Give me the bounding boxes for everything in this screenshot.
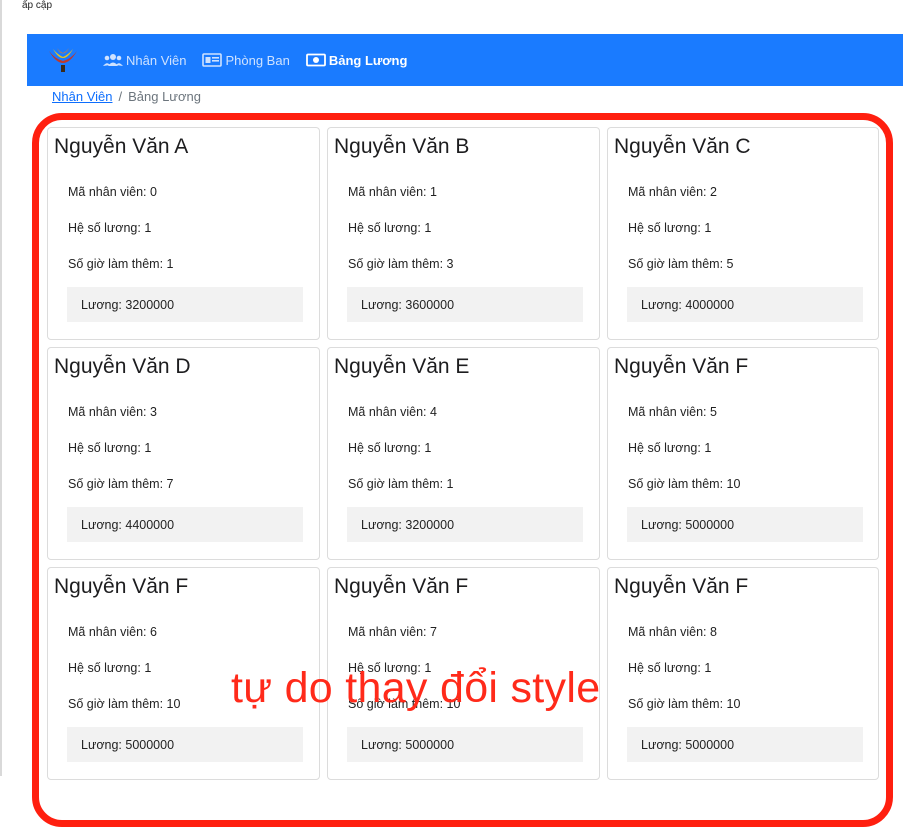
employee-id: Mã nhân viên: 7 (348, 625, 437, 639)
salary-footer: Lương: 5000000 (347, 727, 583, 762)
id-card-icon (202, 53, 223, 67)
salary-footer: Lương: 3600000 (347, 287, 583, 322)
employee-id: Mã nhân viên: 6 (68, 625, 157, 639)
logo-icon[interactable] (47, 45, 79, 75)
overtime-hours: Số giờ làm thêm: 3 (348, 257, 454, 271)
salary-coefficient: Hệ số lương: 1 (628, 441, 712, 455)
overtime-hours: Số giờ làm thêm: 7 (68, 477, 174, 491)
salary-footer: Lương: 4000000 (627, 287, 863, 322)
employee-card: Nguyễn Văn F Mã nhân viên: 8 Hệ số lương… (607, 567, 879, 780)
salary-coefficient: Hệ số lương: 1 (68, 221, 152, 235)
breadcrumb: Nhân Viên / Bảng Lương (52, 89, 201, 104)
nav-label-salary: Bảng Lương (328, 52, 408, 68)
employee-id: Mã nhân viên: 5 (628, 405, 717, 419)
salary-footer: Lương: 3200000 (67, 287, 303, 322)
breadcrumb-separator: / (118, 89, 123, 104)
employee-id: Mã nhân viên: 0 (68, 185, 157, 199)
salary-coefficient: Hệ số lương: 1 (348, 221, 432, 235)
breadcrumb-current: Bảng Lương (128, 89, 201, 104)
breadcrumb-link-employees[interactable]: Nhân Viên (52, 89, 112, 104)
employee-name: Nguyễn Văn E (334, 355, 470, 378)
nav-label-departments: Phòng Ban (225, 52, 290, 68)
employee-card: Nguyễn Văn B Mã nhân viên: 1 Hệ số lương… (327, 127, 600, 340)
salary-coefficient: Hệ số lương: 1 (628, 221, 712, 235)
annotation-text: tự do thay đổi style (231, 664, 601, 712)
employee-name: Nguyễn Văn D (54, 355, 191, 378)
salary-coefficient: Hệ số lương: 1 (68, 661, 152, 675)
salary-coefficient: Hệ số lương: 1 (348, 441, 432, 455)
top-cutoff-text: ấp cập (22, 0, 53, 11)
employee-name: Nguyễn Văn A (54, 135, 189, 158)
employee-name: Nguyễn Văn F (54, 575, 189, 598)
salary-coefficient: Hệ số lương: 1 (68, 441, 152, 455)
employee-id: Mã nhân viên: 2 (628, 185, 717, 199)
money-icon (305, 53, 326, 67)
employee-name: Nguyễn Văn F (334, 575, 469, 598)
salary-footer: Lương: 5000000 (627, 507, 863, 542)
overtime-hours: Số giờ làm thêm: 10 (628, 697, 741, 711)
overtime-hours: Số giờ làm thêm: 1 (348, 477, 454, 491)
salary-footer: Lương: 3200000 (347, 507, 583, 542)
nav-label-employees: Nhân Viên (126, 52, 187, 68)
salary-footer: Lương: 4400000 (67, 507, 303, 542)
employee-name: Nguyễn Văn C (614, 135, 751, 158)
salary-footer: Lương: 5000000 (627, 727, 863, 762)
overtime-hours: Số giờ làm thêm: 1 (68, 257, 174, 271)
top-navbar: Nhân Viên Phòng Ban Bảng Lương (27, 34, 903, 86)
overtime-hours: Số giờ làm thêm: 10 (628, 477, 741, 491)
nav-item-departments[interactable]: Phòng Ban (202, 52, 290, 68)
employee-card: Nguyễn Văn C Mã nhân viên: 2 Hệ số lương… (607, 127, 879, 340)
employee-name: Nguyễn Văn B (334, 135, 470, 158)
nav-item-employees[interactable]: Nhân Viên (103, 53, 186, 68)
salary-coefficient: Hệ số lương: 1 (628, 661, 712, 675)
employee-id: Mã nhân viên: 4 (348, 405, 437, 419)
employee-name: Nguyễn Văn F (614, 575, 749, 598)
window-edge (0, 0, 2, 776)
employee-card: Nguyễn Văn A Mã nhân viên: 0 Hệ số lương… (47, 127, 320, 340)
employee-id: Mã nhân viên: 8 (628, 625, 717, 639)
nav-item-salary[interactable]: Bảng Lương (305, 52, 408, 68)
employee-id: Mã nhân viên: 1 (348, 185, 437, 199)
employee-card: Nguyễn Văn F Mã nhân viên: 5 Hệ số lương… (607, 347, 879, 560)
employee-id: Mã nhân viên: 3 (68, 405, 157, 419)
overtime-hours: Số giờ làm thêm: 5 (628, 257, 734, 271)
employee-card: Nguyễn Văn D Mã nhân viên: 3 Hệ số lương… (47, 347, 320, 560)
users-icon (103, 53, 123, 67)
overtime-hours: Số giờ làm thêm: 10 (68, 697, 181, 711)
salary-footer: Lương: 5000000 (67, 727, 303, 762)
employee-card: Nguyễn Văn E Mã nhân viên: 4 Hệ số lương… (327, 347, 600, 560)
employee-name: Nguyễn Văn F (614, 355, 749, 378)
